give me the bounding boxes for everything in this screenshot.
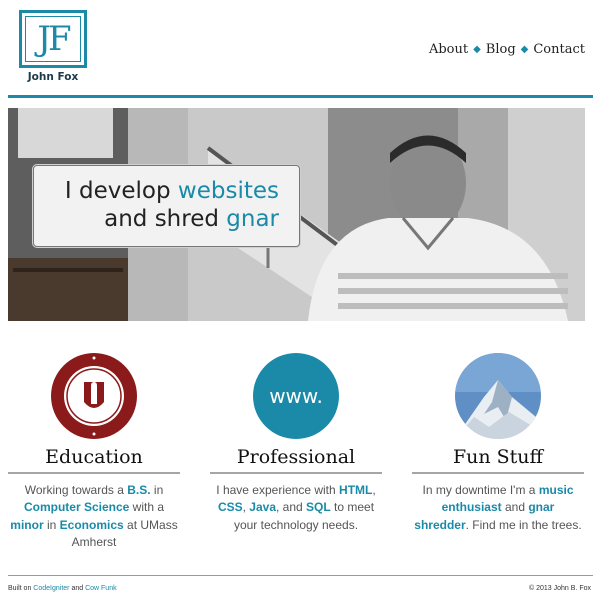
cow-funk-link[interactable]: Cow Funk: [85, 585, 117, 592]
fun-stuff-text: In my downtime I'm a music enthusiast an…: [412, 482, 584, 534]
logo-mark: JF: [37, 19, 71, 59]
column-divider: [412, 472, 584, 474]
tagline-line-2: and shred gnar: [104, 206, 279, 234]
inline-link[interactable]: Java: [249, 500, 276, 514]
tagline-line-1: I develop websites: [65, 178, 279, 206]
tagline-text: I develop: [64, 178, 178, 205]
logo-frame: JF: [25, 16, 81, 62]
footer-text: Built on: [8, 585, 34, 592]
education-title: Education: [45, 446, 143, 468]
inline-text: . Find me in the trees.: [465, 517, 582, 532]
inline-link[interactable]: CSS: [218, 500, 243, 514]
professional-column: www. Professional I have experience with…: [210, 352, 382, 534]
inline-link[interactable]: SQL: [306, 500, 331, 514]
professional-title: Professional: [236, 446, 356, 468]
tagline-text: and shred: [104, 206, 227, 232]
university-seal-icon: [51, 353, 137, 439]
inline-link[interactable]: Economics: [60, 518, 124, 532]
column-divider: [8, 472, 180, 474]
main-nav: About ◆ Blog ◆ Contact: [429, 42, 585, 57]
tagline-highlight: gnar: [226, 206, 279, 232]
education-text: Working towards a B.S. in Computer Scien…: [8, 482, 180, 552]
mountain-icon: [455, 353, 541, 439]
inline-text: in: [43, 517, 60, 532]
codeigniter-link[interactable]: CodeIgniter: [33, 585, 69, 592]
inline-text: in: [150, 483, 164, 497]
logo-name: John Fox: [27, 71, 79, 83]
inline-text: In my downtime I'm a: [422, 483, 539, 497]
education-column: Education Working towards a B.S. in Comp…: [8, 352, 180, 552]
inline-text: with a: [129, 500, 165, 515]
inline-link[interactable]: HTML: [339, 483, 372, 497]
inline-text: I have experience with: [216, 483, 340, 497]
nav-separator-icon: ◆: [473, 44, 481, 55]
footer-text: and: [69, 585, 86, 592]
inline-text: ,: [372, 483, 376, 497]
nav-contact[interactable]: Contact: [533, 42, 585, 57]
column-divider: [210, 472, 382, 474]
footer-credits: Built on CodeIgniter and Cow Funk: [8, 585, 117, 592]
inline-text: , and: [276, 500, 307, 515]
tagline-highlight: websites: [177, 178, 279, 205]
professional-text: I have experience with HTML, CSS, Java, …: [210, 482, 382, 534]
nav-about[interactable]: About: [429, 42, 468, 57]
fun-stuff-column: Fun Stuff In my downtime I'm a music ent…: [412, 352, 584, 534]
fun-stuff-title: Fun Stuff: [452, 446, 544, 468]
nav-blog[interactable]: Blog: [486, 42, 516, 57]
site-logo[interactable]: JF: [19, 10, 87, 68]
inline-text: and: [501, 500, 529, 515]
footer-divider: [8, 575, 593, 576]
www-icon: www.: [253, 353, 339, 439]
nav-separator-icon: ◆: [520, 44, 529, 55]
header-divider: [8, 95, 593, 98]
inline-text: Working towards a: [24, 483, 128, 497]
inline-link[interactable]: B.S.: [127, 483, 150, 497]
hero-tagline: I develop websites and shred gnar: [33, 165, 300, 247]
inline-link[interactable]: Computer Science: [24, 500, 129, 514]
inline-link[interactable]: minor: [10, 518, 43, 532]
www-icon-text: www.: [269, 384, 323, 408]
footer-copyright: © 2013 John B. Fox: [529, 585, 591, 592]
